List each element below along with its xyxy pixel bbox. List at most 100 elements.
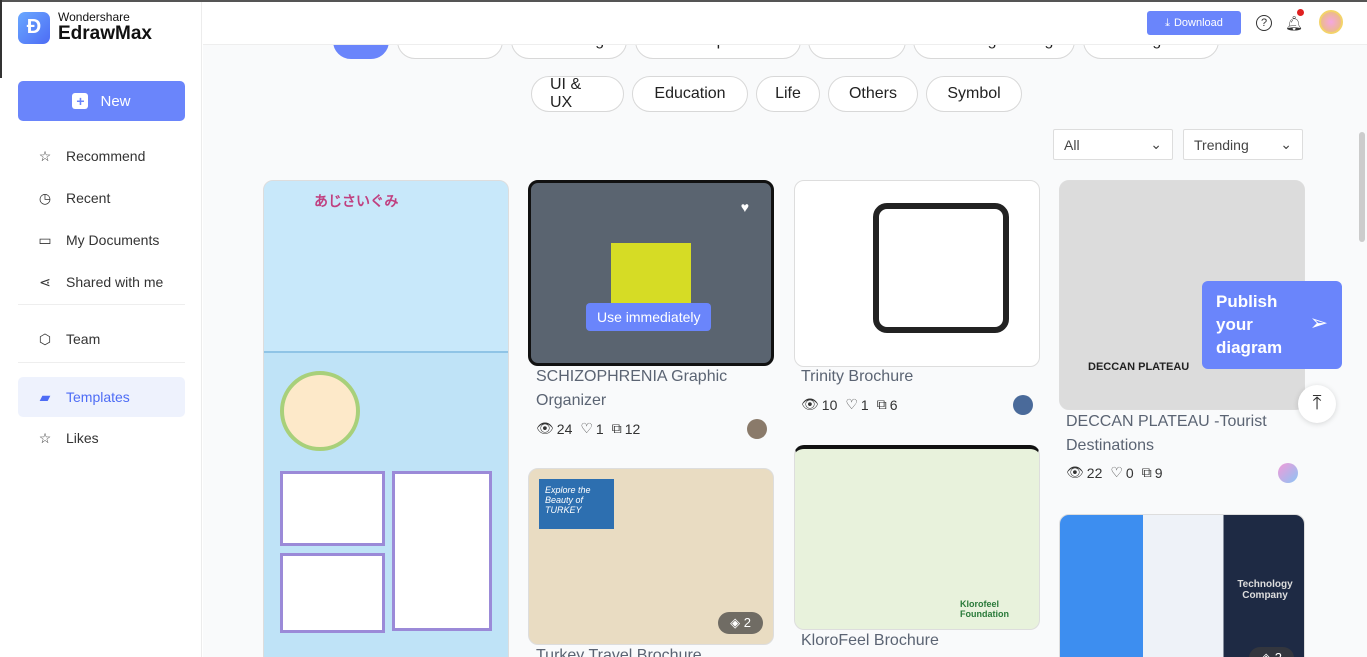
publish-diagram-button[interactable]: Publish your diagram ➢ [1202, 281, 1342, 369]
sidebar-item-my-documents[interactable]: ▭ My Documents [18, 220, 185, 260]
plus-icon: + [72, 93, 89, 109]
template-card-thumbnail[interactable]: あじさいぐみ [263, 180, 509, 657]
template-title[interactable]: KloroFeel Brochure [801, 629, 939, 653]
eye-icon: 👁 [801, 396, 819, 412]
new-label: New [100, 92, 131, 110]
sidebar-item-shared[interactable]: ⋖ Shared with me [18, 262, 185, 302]
copy-icon: ⧉ [1141, 464, 1152, 480]
app-logo[interactable]: Ð Wondershare EdrawMax [18, 11, 152, 44]
heart-icon: ♡ [1110, 464, 1123, 480]
chip-education[interactable]: Education [632, 76, 748, 112]
eye-icon: 👁 [536, 420, 554, 436]
template-card-thumbnail[interactable]: Explore the Beauty of TURKEY ◈ 2 [528, 468, 774, 645]
chip-ui-ux[interactable]: UI & UX [531, 76, 624, 112]
likes-count: 0 [1125, 464, 1134, 481]
copies-count: 6 [889, 396, 898, 413]
type-filter-select[interactable]: All ⌄ [1053, 129, 1173, 160]
sidebar: Ð Wondershare EdrawMax + New ☆ Recommend ◷ R… [0, 2, 202, 657]
sidebar-item-label: Templates [66, 389, 130, 405]
thumbnail-illustration [280, 553, 385, 633]
template-card-thumbnail[interactable]: ♥ Use immediately [528, 180, 774, 366]
edrawmax-logo-icon: Ð [18, 11, 50, 44]
layers-badge: ◈ 2 [718, 612, 763, 634]
sidebar-item-label: Recommend [66, 148, 146, 164]
chevron-down-icon: ⌄ [1150, 136, 1162, 152]
template-card-thumbnail[interactable]: Klorofeel Foundation [794, 445, 1040, 630]
thumbnail-text: Technology Company [1237, 579, 1293, 601]
copies-count: 9 [1154, 464, 1163, 481]
sidebar-item-team[interactable]: ⬡ Team [18, 319, 185, 359]
eye-icon: 👁 [1066, 464, 1084, 480]
sidebar-item-templates[interactable]: ▰ Templates [18, 377, 185, 417]
sidebar-item-label: Shared with me [66, 274, 164, 290]
template-icon: ▰ [39, 388, 51, 405]
thumbnail-illustration [280, 371, 360, 451]
scrollbar[interactable] [1359, 132, 1365, 242]
folder-icon: ▭ [38, 231, 52, 248]
new-button[interactable]: + New [18, 81, 185, 121]
divider [18, 362, 185, 363]
thumbnail-illustration [392, 471, 492, 631]
use-immediately-button[interactable]: Use immediately [586, 303, 712, 331]
sidebar-item-recent[interactable]: ◷ Recent [18, 178, 185, 218]
views-count: 24 [556, 420, 573, 437]
arrow-up-icon: ⤒ [1312, 392, 1322, 414]
user-avatar[interactable] [1319, 10, 1343, 34]
template-title[interactable]: Trinity Brochure [801, 365, 913, 389]
thumbnail-text: Klorofeel Foundation [960, 599, 1009, 619]
sidebar-item-label: My Documents [66, 232, 160, 248]
sidebar-item-likes[interactable]: ☆ Likes [18, 418, 185, 458]
template-title[interactable]: DECCAN PLATEAU -Tourist Destinations [1066, 410, 1296, 458]
sidebar-item-label: Recent [66, 190, 111, 206]
author-avatar[interactable] [1278, 463, 1298, 483]
share-icon: ⋖ [39, 273, 51, 290]
author-avatar[interactable] [1013, 395, 1033, 415]
download-icon: ⤓ [1165, 16, 1170, 29]
download-label: Download [1173, 17, 1223, 29]
template-title[interactable]: SCHIZOPHRENIA Graphic Organizer [536, 365, 766, 413]
main-content: All Business Marketing HR & Operation Pr… [203, 2, 1367, 657]
thumbnail-illustration [873, 203, 1009, 333]
heart-icon: ♡ [845, 396, 858, 412]
views-count: 10 [821, 396, 838, 413]
thumbnail-text: Explore the Beauty of TURKEY [539, 479, 614, 529]
thumbnail-text: DECCAN PLATEAU [1088, 361, 1190, 373]
type-filter-value: All [1064, 136, 1080, 153]
template-card-thumbnail[interactable] [794, 180, 1040, 367]
thumbnail-text: あじさいぐみ [264, 181, 508, 353]
sidebar-item-recommend[interactable]: ☆ Recommend [18, 136, 185, 176]
notification-dot [1297, 9, 1304, 16]
sidebar-item-label: Team [66, 331, 101, 347]
views-count: 22 [1086, 464, 1103, 481]
bell-icon[interactable]: 🔔︎ [1285, 14, 1303, 32]
sort-value: Trending [1194, 136, 1249, 153]
template-stats: 👁 24 ♡ 1 ⧉ 12 [536, 420, 640, 437]
download-button[interactable]: ⤓ Download [1147, 11, 1241, 35]
sidebar-item-label: Likes [66, 430, 99, 446]
clock-icon: ◷ [38, 189, 52, 206]
chip-others[interactable]: Others [828, 76, 918, 112]
layers-count: 2 [1275, 650, 1282, 657]
copy-icon: ⧉ [611, 420, 622, 436]
chip-life[interactable]: Life [756, 76, 820, 112]
template-card-thumbnail[interactable]: Technology Company ◈ 2 [1059, 514, 1305, 657]
help-icon[interactable]: ? [1256, 15, 1272, 31]
star-badge-icon: ☆ [38, 147, 52, 164]
author-avatar[interactable] [747, 419, 767, 439]
chip-symbol[interactable]: Symbol [926, 76, 1022, 112]
sort-select[interactable]: Trending ⌄ [1183, 129, 1303, 160]
layers-count: 2 [743, 615, 751, 630]
likes-count: 1 [595, 420, 604, 437]
heart-icon[interactable]: ♥ [741, 199, 749, 215]
publish-label: Publish your diagram [1216, 292, 1283, 357]
cube-icon: ⬡ [38, 330, 52, 347]
back-to-top-button[interactable]: ⤒ [1298, 385, 1336, 423]
window-border [0, 0, 2, 78]
thumbnail-illustration [280, 471, 385, 546]
likes-count: 1 [860, 396, 869, 413]
template-stats: 👁 10 ♡ 1 ⧉ 6 [801, 396, 898, 413]
heart-icon: ♡ [580, 420, 593, 436]
divider [18, 304, 185, 305]
template-title[interactable]: Turkey Travel Brochure [536, 644, 766, 657]
copies-count: 12 [624, 420, 641, 437]
